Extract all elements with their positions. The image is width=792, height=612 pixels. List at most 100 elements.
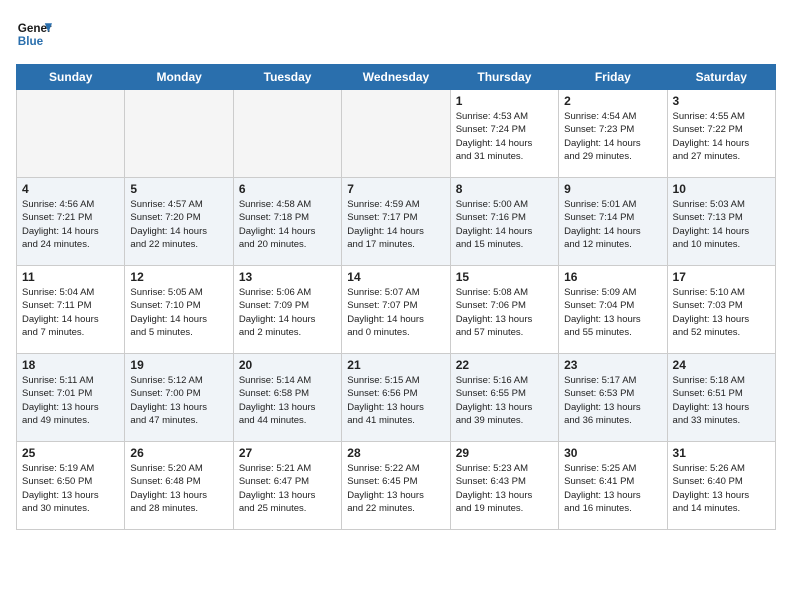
calendar-week-row: 1 Sunrise: 4:53 AM Sunset: 7:24 PM Daylig… bbox=[17, 90, 776, 178]
weekday-header-wednesday: Wednesday bbox=[342, 65, 450, 90]
day-info: Sunrise: 4:54 AM Sunset: 7:23 PM Dayligh… bbox=[564, 110, 661, 163]
day-info: Sunrise: 5:19 AM Sunset: 6:50 PM Dayligh… bbox=[22, 462, 119, 515]
svg-text:Blue: Blue bbox=[18, 35, 44, 48]
day-number: 17 bbox=[673, 270, 770, 284]
weekday-header-row: SundayMondayTuesdayWednesdayThursdayFrid… bbox=[17, 65, 776, 90]
calendar-cell: 16 Sunrise: 5:09 AM Sunset: 7:04 PM Dayli… bbox=[559, 266, 667, 354]
day-number: 11 bbox=[22, 270, 119, 284]
weekday-header-monday: Monday bbox=[125, 65, 233, 90]
day-info: Sunrise: 4:59 AM Sunset: 7:17 PM Dayligh… bbox=[347, 198, 444, 251]
calendar-cell: 1 Sunrise: 4:53 AM Sunset: 7:24 PM Daylig… bbox=[450, 90, 558, 178]
day-info: Sunrise: 5:11 AM Sunset: 7:01 PM Dayligh… bbox=[22, 374, 119, 427]
day-number: 27 bbox=[239, 446, 336, 460]
day-number: 16 bbox=[564, 270, 661, 284]
calendar-cell: 27 Sunrise: 5:21 AM Sunset: 6:47 PM Dayli… bbox=[233, 442, 341, 530]
day-info: Sunrise: 5:15 AM Sunset: 6:56 PM Dayligh… bbox=[347, 374, 444, 427]
calendar-cell bbox=[233, 90, 341, 178]
day-number: 24 bbox=[673, 358, 770, 372]
calendar-week-row: 4Sunrise: 4:56 AM Sunset: 7:21 PM Daylig… bbox=[17, 178, 776, 266]
calendar-cell: 6 Sunrise: 4:58 AM Sunset: 7:18 PM Daylig… bbox=[233, 178, 341, 266]
day-info: Sunrise: 4:53 AM Sunset: 7:24 PM Dayligh… bbox=[456, 110, 553, 163]
day-info: Sunrise: 5:16 AM Sunset: 6:55 PM Dayligh… bbox=[456, 374, 553, 427]
day-number: 6 bbox=[239, 182, 336, 196]
calendar-cell: 29 Sunrise: 5:23 AM Sunset: 6:43 PM Dayli… bbox=[450, 442, 558, 530]
day-number: 8 bbox=[456, 182, 553, 196]
day-info: Sunrise: 5:18 AM Sunset: 6:51 PM Dayligh… bbox=[673, 374, 770, 427]
calendar-cell: 20Sunrise: 5:14 AM Sunset: 6:58 PM Dayli… bbox=[233, 354, 341, 442]
day-number: 28 bbox=[347, 446, 444, 460]
day-info: Sunrise: 5:26 AM Sunset: 6:40 PM Dayligh… bbox=[673, 462, 770, 515]
logo: General Blue bbox=[16, 16, 52, 52]
calendar-cell: 12 Sunrise: 5:05 AM Sunset: 7:10 PM Dayli… bbox=[125, 266, 233, 354]
day-number: 15 bbox=[456, 270, 553, 284]
day-number: 1 bbox=[456, 94, 553, 108]
calendar-cell: 9Sunrise: 5:01 AM Sunset: 7:14 PM Daylig… bbox=[559, 178, 667, 266]
calendar-cell: 11 Sunrise: 5:04 AM Sunset: 7:11 PM Dayli… bbox=[17, 266, 125, 354]
calendar-cell: 17 Sunrise: 5:10 AM Sunset: 7:03 PM Dayli… bbox=[667, 266, 775, 354]
day-info: Sunrise: 4:58 AM Sunset: 7:18 PM Dayligh… bbox=[239, 198, 336, 251]
calendar-cell: 24 Sunrise: 5:18 AM Sunset: 6:51 PM Dayli… bbox=[667, 354, 775, 442]
day-info: Sunrise: 5:00 AM Sunset: 7:16 PM Dayligh… bbox=[456, 198, 553, 251]
day-info: Sunrise: 5:10 AM Sunset: 7:03 PM Dayligh… bbox=[673, 286, 770, 339]
calendar-cell: 3Sunrise: 4:55 AM Sunset: 7:22 PM Daylig… bbox=[667, 90, 775, 178]
day-number: 13 bbox=[239, 270, 336, 284]
day-info: Sunrise: 5:21 AM Sunset: 6:47 PM Dayligh… bbox=[239, 462, 336, 515]
calendar-week-row: 25 Sunrise: 5:19 AM Sunset: 6:50 PM Dayli… bbox=[17, 442, 776, 530]
calendar-table: SundayMondayTuesdayWednesdayThursdayFrid… bbox=[16, 64, 776, 530]
calendar-cell: 21 Sunrise: 5:15 AM Sunset: 6:56 PM Dayli… bbox=[342, 354, 450, 442]
day-info: Sunrise: 4:56 AM Sunset: 7:21 PM Dayligh… bbox=[22, 198, 119, 251]
day-number: 31 bbox=[673, 446, 770, 460]
calendar-cell: 25 Sunrise: 5:19 AM Sunset: 6:50 PM Dayli… bbox=[17, 442, 125, 530]
day-info: Sunrise: 5:09 AM Sunset: 7:04 PM Dayligh… bbox=[564, 286, 661, 339]
day-number: 10 bbox=[673, 182, 770, 196]
calendar-cell: 5 Sunrise: 4:57 AM Sunset: 7:20 PM Daylig… bbox=[125, 178, 233, 266]
calendar-cell: 15Sunrise: 5:08 AM Sunset: 7:06 PM Dayli… bbox=[450, 266, 558, 354]
day-info: Sunrise: 5:14 AM Sunset: 6:58 PM Dayligh… bbox=[239, 374, 336, 427]
day-number: 30 bbox=[564, 446, 661, 460]
calendar-cell: 26Sunrise: 5:20 AM Sunset: 6:48 PM Dayli… bbox=[125, 442, 233, 530]
weekday-header-friday: Friday bbox=[559, 65, 667, 90]
day-number: 26 bbox=[130, 446, 227, 460]
weekday-header-sunday: Sunday bbox=[17, 65, 125, 90]
calendar-cell: 10 Sunrise: 5:03 AM Sunset: 7:13 PM Dayli… bbox=[667, 178, 775, 266]
calendar-cell: 4Sunrise: 4:56 AM Sunset: 7:21 PM Daylig… bbox=[17, 178, 125, 266]
calendar-cell bbox=[342, 90, 450, 178]
calendar-cell bbox=[125, 90, 233, 178]
logo-icon: General Blue bbox=[16, 16, 52, 52]
day-number: 23 bbox=[564, 358, 661, 372]
calendar-cell: 14 Sunrise: 5:07 AM Sunset: 7:07 PM Dayli… bbox=[342, 266, 450, 354]
day-number: 22 bbox=[456, 358, 553, 372]
calendar-week-row: 11 Sunrise: 5:04 AM Sunset: 7:11 PM Dayli… bbox=[17, 266, 776, 354]
day-number: 25 bbox=[22, 446, 119, 460]
day-number: 2 bbox=[564, 94, 661, 108]
day-info: Sunrise: 5:06 AM Sunset: 7:09 PM Dayligh… bbox=[239, 286, 336, 339]
calendar-cell: 22 Sunrise: 5:16 AM Sunset: 6:55 PM Dayli… bbox=[450, 354, 558, 442]
calendar-cell: 28 Sunrise: 5:22 AM Sunset: 6:45 PM Dayli… bbox=[342, 442, 450, 530]
day-info: Sunrise: 4:55 AM Sunset: 7:22 PM Dayligh… bbox=[673, 110, 770, 163]
calendar-week-row: 18 Sunrise: 5:11 AM Sunset: 7:01 PM Dayli… bbox=[17, 354, 776, 442]
day-number: 7 bbox=[347, 182, 444, 196]
calendar-cell: 31 Sunrise: 5:26 AM Sunset: 6:40 PM Dayli… bbox=[667, 442, 775, 530]
day-number: 14 bbox=[347, 270, 444, 284]
day-info: Sunrise: 5:07 AM Sunset: 7:07 PM Dayligh… bbox=[347, 286, 444, 339]
day-info: Sunrise: 5:25 AM Sunset: 6:41 PM Dayligh… bbox=[564, 462, 661, 515]
day-number: 18 bbox=[22, 358, 119, 372]
day-info: Sunrise: 5:03 AM Sunset: 7:13 PM Dayligh… bbox=[673, 198, 770, 251]
day-number: 12 bbox=[130, 270, 227, 284]
calendar-cell: 2 Sunrise: 4:54 AM Sunset: 7:23 PM Daylig… bbox=[559, 90, 667, 178]
calendar-cell: 8 Sunrise: 5:00 AM Sunset: 7:16 PM Daylig… bbox=[450, 178, 558, 266]
calendar-cell bbox=[17, 90, 125, 178]
day-info: Sunrise: 5:01 AM Sunset: 7:14 PM Dayligh… bbox=[564, 198, 661, 251]
day-number: 5 bbox=[130, 182, 227, 196]
day-info: Sunrise: 5:04 AM Sunset: 7:11 PM Dayligh… bbox=[22, 286, 119, 339]
day-info: Sunrise: 5:23 AM Sunset: 6:43 PM Dayligh… bbox=[456, 462, 553, 515]
day-number: 29 bbox=[456, 446, 553, 460]
day-info: Sunrise: 5:12 AM Sunset: 7:00 PM Dayligh… bbox=[130, 374, 227, 427]
day-info: Sunrise: 5:05 AM Sunset: 7:10 PM Dayligh… bbox=[130, 286, 227, 339]
calendar-cell: 13 Sunrise: 5:06 AM Sunset: 7:09 PM Dayli… bbox=[233, 266, 341, 354]
day-info: Sunrise: 5:17 AM Sunset: 6:53 PM Dayligh… bbox=[564, 374, 661, 427]
day-number: 19 bbox=[130, 358, 227, 372]
day-info: Sunrise: 4:57 AM Sunset: 7:20 PM Dayligh… bbox=[130, 198, 227, 251]
day-info: Sunrise: 5:22 AM Sunset: 6:45 PM Dayligh… bbox=[347, 462, 444, 515]
day-number: 21 bbox=[347, 358, 444, 372]
